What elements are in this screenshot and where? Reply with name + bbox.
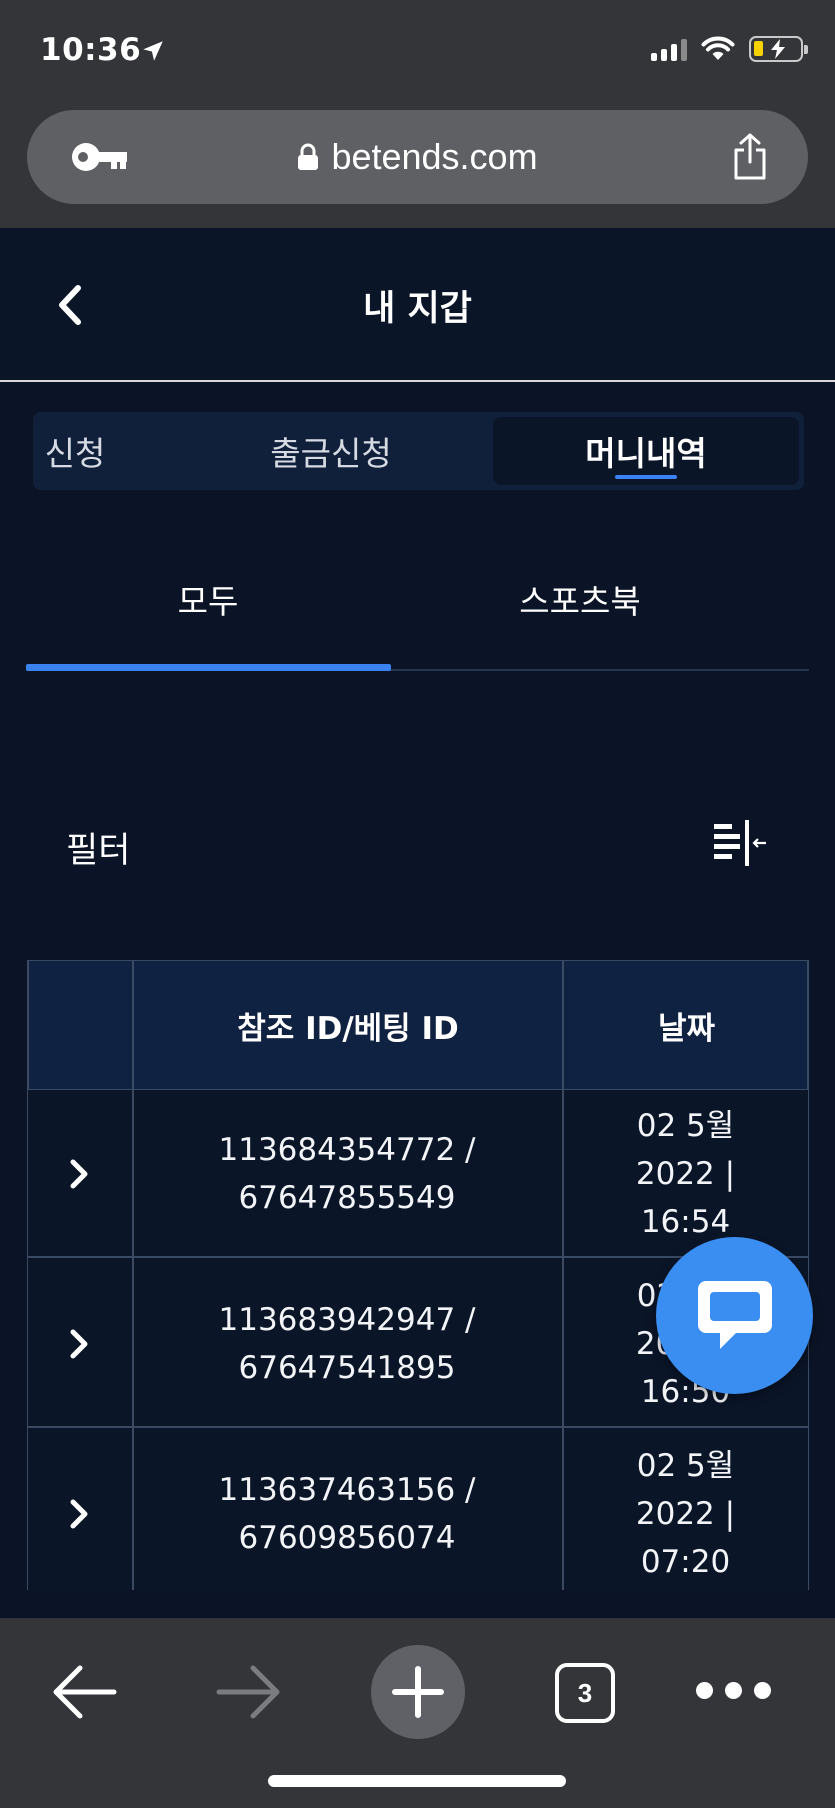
header-date: 날짜 — [657, 1010, 716, 1047]
new-tab-button[interactable] — [371, 1645, 465, 1739]
page-title: 내 지갑 — [363, 289, 472, 329]
tab-money-history[interactable]: 머니내역 — [493, 417, 799, 485]
tab-sportsbook[interactable]: 스포츠북 — [398, 575, 762, 623]
active-subtab-indicator — [26, 664, 391, 671]
ref-id-cell: 113684354772 / 67647855549 — [218, 1132, 476, 1216]
wallet-segment-tabs: 신청 출금신청 머니내역 — [33, 412, 804, 490]
table-row[interactable]: 113684354772 / 67647855549 02 5월 2022 | … — [28, 1090, 808, 1258]
page-header: 내 지갑 — [0, 228, 835, 382]
address-bar[interactable]: betends.com — [27, 110, 808, 204]
filter-collapse-icon[interactable] — [712, 818, 768, 868]
chevron-right-icon[interactable] — [64, 1494, 94, 1534]
location-arrow-icon — [143, 41, 163, 61]
tab-deposit-request[interactable]: 신청 — [33, 412, 125, 490]
header-ref-id: 참조 ID/베팅 ID — [237, 1010, 459, 1047]
ref-id-cell: 113637463156 / 67609856074 — [218, 1472, 476, 1556]
tabs-button[interactable]: 3 — [555, 1663, 615, 1723]
column-divider — [132, 960, 134, 1590]
live-chat-button[interactable] — [656, 1237, 813, 1394]
date-cell: 02 5월 2022 | 07:20 — [635, 1448, 736, 1580]
chat-icon — [698, 1281, 772, 1349]
tab-withdraw-request[interactable]: 출금신청 — [181, 412, 481, 490]
sub-tabs: 모두 스포츠북 — [26, 545, 809, 671]
column-divider — [562, 960, 564, 1590]
lock-icon — [298, 143, 319, 170]
tab-all[interactable]: 모두 — [26, 575, 390, 623]
home-indicator — [268, 1775, 566, 1787]
url-text[interactable]: betends.com — [331, 136, 537, 178]
chevron-right-icon[interactable] — [64, 1154, 94, 1194]
date-cell: 02 5월 2022 | 16:54 — [635, 1108, 736, 1240]
status-time: 10:36 — [40, 32, 142, 68]
more-icon[interactable] — [696, 1682, 771, 1699]
battery-charging-icon — [749, 36, 808, 62]
table-row[interactable]: 113637463156 / 67609856074 02 5월 2022 | … — [28, 1430, 808, 1590]
browser-top-chrome: 10:36 betends.com — [0, 0, 835, 228]
status-icons — [651, 36, 808, 62]
share-icon[interactable] — [730, 132, 770, 182]
plus-icon — [392, 1666, 444, 1718]
active-tab-indicator — [615, 475, 677, 479]
signal-icon — [651, 37, 687, 61]
back-arrow-icon[interactable] — [50, 1662, 118, 1722]
forward-arrow-icon[interactable] — [215, 1662, 283, 1722]
wifi-icon — [701, 36, 735, 60]
table-header: 참조 ID/베팅 ID 날짜 — [28, 960, 808, 1090]
header-expand — [29, 961, 133, 1089]
chevron-right-icon[interactable] — [64, 1324, 94, 1364]
ref-id-cell: 113683942947 / 67647541895 — [218, 1302, 476, 1386]
filter-label[interactable]: 필터 — [66, 822, 130, 873]
